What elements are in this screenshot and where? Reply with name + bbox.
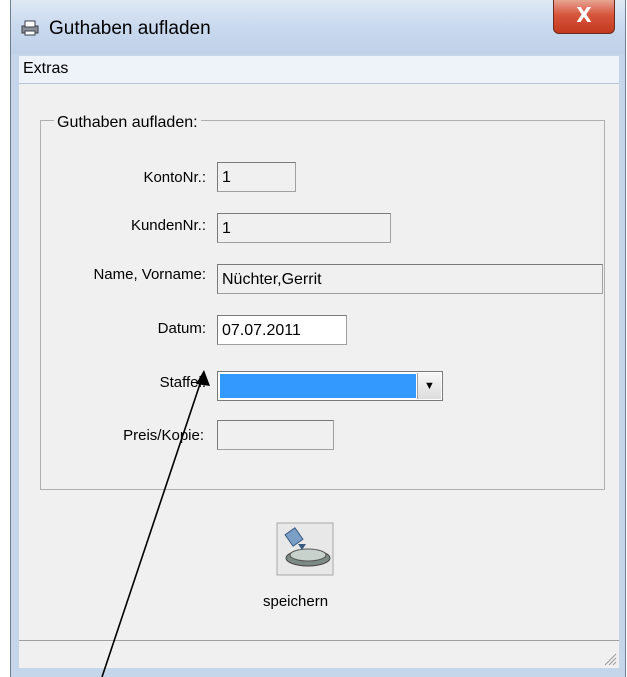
datum-label: Datum:	[157, 320, 206, 337]
resize-grip-icon[interactable]	[601, 650, 617, 666]
menu-bar: Extras	[19, 56, 619, 84]
save-disk-icon[interactable]	[276, 522, 334, 576]
staffel-dropdown[interactable]: ▼	[217, 371, 443, 401]
preis-label: Preis/Kopie:	[123, 427, 204, 444]
name-field[interactable]: Nüchter,Gerrit	[217, 264, 603, 294]
title-bar[interactable]: Guthaben aufladen X	[11, 0, 625, 54]
app-printer-icon	[21, 20, 39, 36]
close-button[interactable]: X	[553, 0, 615, 34]
group-caption: Guthaben aufladen:	[54, 114, 201, 132]
window-title: Guthaben aufladen	[49, 18, 211, 39]
menu-item-extras[interactable]: Extras	[23, 60, 68, 78]
status-bar	[19, 640, 619, 668]
kunden-nr-label: KundenNr.:	[130, 217, 206, 234]
preis-field[interactable]	[217, 420, 334, 450]
name-label: Name, Vorname:	[93, 266, 206, 283]
staffel-label: Staffel:	[159, 374, 206, 391]
chevron-down-icon[interactable]: ▼	[417, 373, 441, 399]
konto-nr-field[interactable]: 1	[217, 162, 296, 192]
save-button-label[interactable]: speichern	[263, 593, 328, 610]
datum-field[interactable]: 07.07.2011	[217, 315, 347, 345]
kunden-nr-field[interactable]: 1	[217, 213, 391, 243]
close-icon: X	[576, 3, 592, 27]
staffel-selection	[220, 374, 416, 398]
konto-nr-label: KontoNr.:	[143, 169, 206, 186]
